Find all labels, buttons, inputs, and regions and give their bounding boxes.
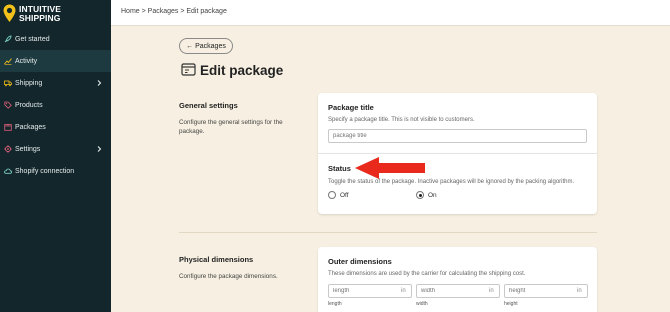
cloud-icon [4,167,12,175]
card-divider [318,153,597,154]
top-bar: Home > Packages > Edit package [111,0,670,26]
radio-checked-icon[interactable] [416,191,424,199]
width-unit: in [489,288,494,294]
sidebar-item-label: Activity [15,57,38,65]
sidebar-item-label: Products [15,101,43,109]
height-unit: in [577,288,582,294]
gear-icon [4,145,12,153]
outer-dimensions-label: Outer dimensions [328,257,392,266]
length-unit: in [401,288,406,294]
physical-dimensions-description: Configure the package dimensions. [179,273,278,280]
sidebar-item-label: Shopify connection [15,167,75,175]
sidebar-item-label: Get started [15,35,50,43]
package-icon [4,123,12,131]
width-label: width [416,301,428,307]
truck-icon [4,79,12,87]
sidebar-item-shopify-connection[interactable]: Shopify connection [0,160,111,182]
general-settings-title: General settings [179,101,238,110]
map-pin-icon [3,4,16,22]
package-title-help: Specify a package title. This is not vis… [328,117,475,123]
outer-dimensions-card: Outer dimensions These dimensions are us… [318,247,597,312]
brand-line-2: SHIPPING [19,13,61,23]
description-line: Configure the general settings for the [179,119,283,126]
radio-unchecked-icon[interactable] [328,191,336,199]
rocket-icon [4,35,12,43]
outer-dimensions-help: These dimensions are used by the carrier… [328,271,526,277]
activity-icon [4,57,12,65]
sidebar-item-label: Packages [15,123,46,131]
status-on-radio[interactable]: On [416,191,437,199]
breadcrumb[interactable]: Home > Packages > Edit package [121,8,227,15]
sidebar-item-packages[interactable]: Packages [0,116,111,138]
sidebar-item-shipping[interactable]: Shipping [0,72,111,94]
sidebar-item-label: Settings [15,145,41,153]
status-label: Status [328,164,351,173]
status-off-radio[interactable]: Off [328,191,349,199]
package-icon [181,63,196,76]
back-to-packages-button[interactable]: ← Packages [179,38,233,54]
red-arrow-annotation-icon [355,157,425,179]
brand-logo[interactable]: INTUITIVE SHIPPING [3,3,108,25]
physical-dimensions-title: Physical dimensions [179,255,254,264]
sidebar-item-settings[interactable]: Settings [0,138,111,160]
radio-label: Off [340,191,349,199]
description-line: package. [179,128,205,135]
height-label: height [504,301,518,307]
general-settings-card: Package title Specify a package title. T… [318,93,597,214]
sidebar-item-label: Shipping [15,79,43,87]
sidebar-item-get-started[interactable]: Get started [0,28,111,50]
general-settings-description: Configure the general settings for the p… [179,118,283,136]
height-input[interactable] [504,284,588,298]
sidebar: INTUITIVE SHIPPING Get started Activity … [0,0,111,312]
package-title-label: Package title [328,103,374,112]
sidebar-item-products[interactable]: Products [0,94,111,116]
chevron-right-icon [97,80,102,86]
chevron-right-icon [97,146,102,152]
section-divider [179,232,597,233]
status-help: Toggle the status of the package. Inacti… [328,179,575,185]
brand-name: INTUITIVE SHIPPING [19,5,61,23]
page-title: Edit package [200,63,284,78]
length-label: length [328,301,342,307]
width-input[interactable] [416,284,500,298]
package-title-input[interactable] [328,129,587,143]
sidebar-nav: Get started Activity Shipping Products P… [0,28,111,182]
length-input[interactable] [328,284,412,298]
radio-label: On [428,191,437,199]
tag-icon [4,101,12,109]
sidebar-item-activity[interactable]: Activity [0,50,111,72]
